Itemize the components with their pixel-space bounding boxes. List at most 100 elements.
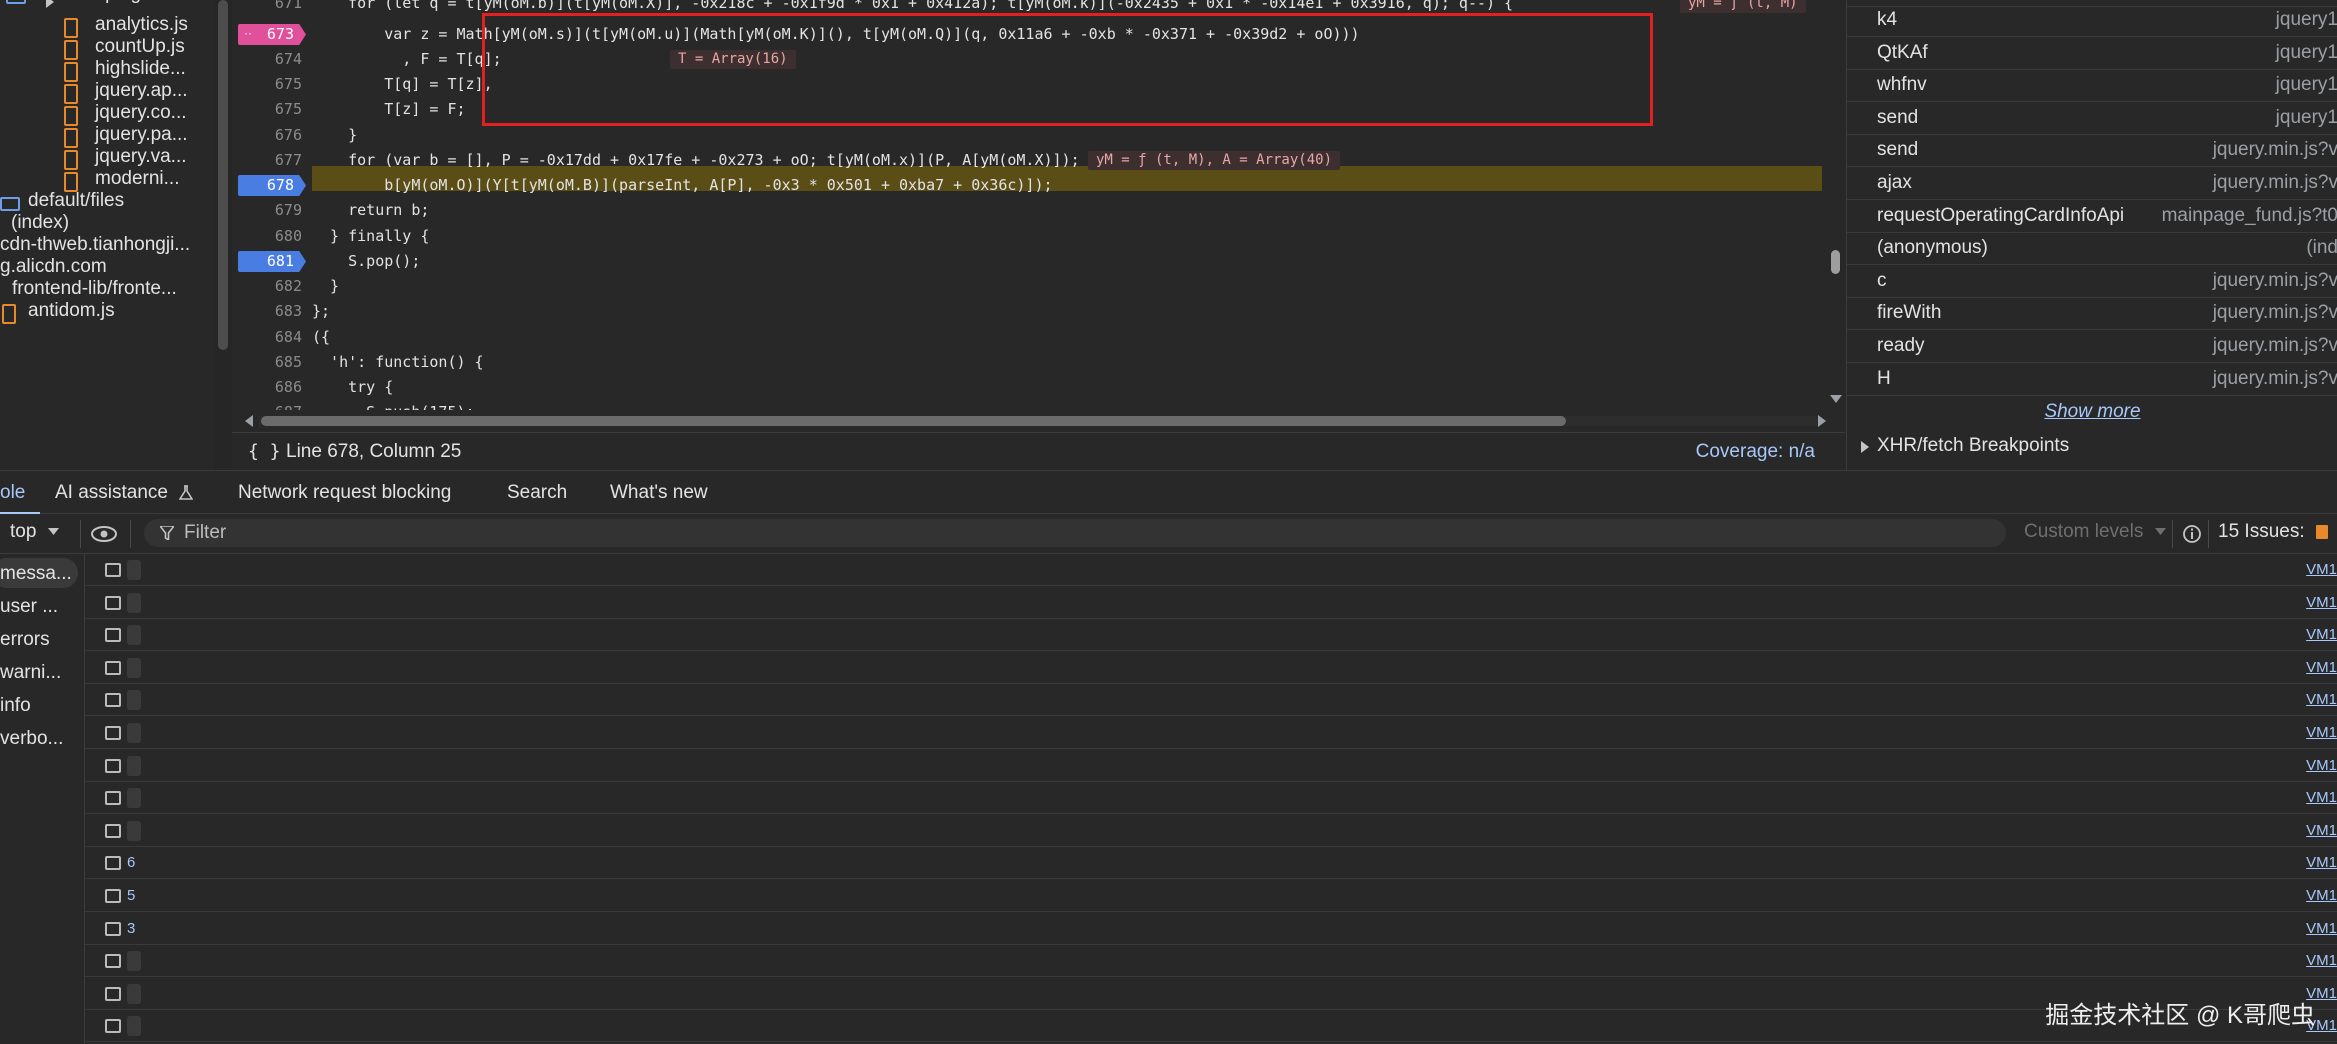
message-source-link[interactable]: VM1	[2306, 880, 2337, 912]
call-stack-frame[interactable]: QtKAf jquery1	[1847, 37, 2337, 70]
console-message-row[interactable]: VM1	[85, 587, 2337, 619]
scrollbar-thumb[interactable]	[261, 416, 1566, 426]
tab-search[interactable]: Search	[507, 471, 567, 515]
message-source-link[interactable]: VM1	[2306, 815, 2337, 847]
expand-message-icon[interactable]	[105, 823, 121, 838]
call-stack-frame[interactable]: fireWith jquery.min.js?v	[1847, 297, 2337, 331]
message-source-link[interactable]: VM1	[2306, 619, 2337, 651]
call-stack-frame[interactable]: k4 jquery1	[1847, 4, 2337, 37]
frame-source-location[interactable]: jquery.min.js?v	[2213, 134, 2337, 166]
tab-console[interactable]: ole	[0, 471, 25, 515]
console-message-row[interactable]: VM1	[85, 717, 2337, 749]
message-source-link[interactable]: VM1	[2306, 945, 2337, 977]
expand-message-icon[interactable]	[105, 758, 121, 773]
expand-message-icon[interactable]	[105, 726, 121, 740]
console-sidebar-item[interactable]: verbo...	[0, 723, 78, 755]
console-sidebar-item[interactable]: errors	[0, 624, 78, 656]
expand-message-icon[interactable]	[105, 693, 121, 708]
expand-arrow-icon[interactable]	[46, 0, 55, 8]
call-stack-frame[interactable]: Hjquery.min.js?v	[1847, 363, 2337, 396]
expand-message-icon[interactable]	[105, 856, 121, 871]
frame-source-location[interactable]: jquery1	[2276, 69, 2337, 101]
breakpoint-marker[interactable]: 678	[238, 175, 306, 196]
console-message-row[interactable]: VM1	[85, 652, 2337, 684]
call-stack-frame[interactable]: send jquery1	[1847, 102, 2337, 135]
call-stack-frame[interactable]: (anonymous) (ind	[1847, 232, 2337, 266]
expand-message-icon[interactable]	[105, 660, 121, 675]
code-line[interactable]: 687 S.push(175);	[232, 400, 1826, 410]
expand-message-icon[interactable]	[105, 563, 121, 577]
info-icon[interactable]	[2182, 524, 2202, 544]
frame-source-location[interactable]: jquery.min.js?v	[2213, 330, 2337, 362]
console-message-row[interactable]: 6 VM1	[85, 847, 2337, 880]
frame-source-location[interactable]: jquery1	[2276, 37, 2337, 69]
code-line[interactable]: 685 'h': function() {	[232, 350, 1826, 375]
conditional-breakpoint-marker[interactable]: 673 ··	[238, 24, 306, 45]
console-sidebar-item[interactable]: messa...	[0, 558, 78, 590]
console-message-row[interactable]: VM1	[85, 978, 2337, 1010]
console-message-row[interactable]: 3 VM1	[85, 913, 2337, 945]
console-sidebar-item[interactable]: info	[0, 690, 78, 722]
log-levels-dropdown[interactable]: Custom levels	[2024, 521, 2166, 543]
message-source-link[interactable]: VM1	[2306, 847, 2337, 879]
message-source-link[interactable]: VM1	[2306, 782, 2337, 814]
console-message-row[interactable]: 5 VM1	[85, 880, 2337, 912]
code-line[interactable]: 682 }	[232, 274, 1826, 299]
eye-icon[interactable]	[90, 525, 118, 543]
scrollbar-thumb[interactable]	[218, 0, 228, 350]
code-line[interactable]: 681 S.pop();	[232, 249, 1826, 274]
frame-source-location[interactable]: jquery1	[2276, 102, 2337, 134]
frame-source-location[interactable]: mainpage_fund.js?t0	[2162, 200, 2337, 232]
call-stack-frame[interactable]: send jquery.min.js?v	[1847, 134, 2337, 168]
frame-source-location[interactable]: jquery.min.js?v	[2213, 297, 2337, 329]
frame-source-location[interactable]: jquery.min.js?v	[2213, 167, 2337, 199]
file-tree-item[interactable]: antidom.js	[28, 295, 115, 327]
file-tree-scrollbar[interactable]	[214, 0, 232, 470]
message-source-link[interactable]: VM1	[2306, 913, 2337, 945]
code-line[interactable]: 680 } finally {	[232, 224, 1826, 249]
expand-message-icon[interactable]	[105, 628, 121, 643]
coverage-label[interactable]: Coverage: n/a	[1696, 441, 1815, 463]
xhr-breakpoints-section[interactable]: XHR/fetch Breakpoints	[1847, 430, 2337, 464]
frame-source-location[interactable]: jquery.min.js?v	[2213, 265, 2337, 297]
call-stack-frame[interactable]: requestOperatingCardInfoApi mainpage_fund…	[1847, 200, 2337, 233]
message-source-link[interactable]: VM1	[2306, 750, 2337, 782]
message-source-link[interactable]: VM1	[2306, 652, 2337, 684]
tab-whats-new[interactable]: What's new	[610, 471, 708, 515]
code-line[interactable]: 676 }	[232, 123, 1826, 148]
scroll-down-icon[interactable]	[1830, 395, 1842, 404]
issues-counter[interactable]: 15 Issues:	[2218, 521, 2328, 543]
code-line[interactable]: 678 b[yM(oM.O)](Y[t[yM(oM.B)](parseInt, …	[232, 173, 1826, 198]
console-message-row[interactable]: VM1	[85, 554, 2337, 586]
expand-message-icon[interactable]	[105, 954, 121, 969]
console-message-row[interactable]: VM1	[85, 750, 2337, 782]
console-message-row[interactable]: VM1	[85, 782, 2337, 815]
message-source-link[interactable]: VM1	[2306, 587, 2337, 619]
tab-ai-assistance[interactable]: AI assistance	[55, 471, 194, 515]
frame-source-location[interactable]: (ind	[2306, 232, 2337, 264]
message-source-link[interactable]: VM1	[2306, 554, 2337, 586]
code-line[interactable]: 679 return b;	[232, 198, 1826, 223]
expand-message-icon[interactable]	[105, 921, 121, 936]
code-line[interactable]: 684 ({	[232, 325, 1826, 350]
expand-arrow-icon[interactable]	[1861, 441, 1870, 453]
console-message-row[interactable]: VM1	[85, 1010, 2337, 1043]
expand-message-icon[interactable]	[105, 595, 121, 610]
frame-source-location[interactable]: jquery1	[2276, 4, 2337, 36]
message-source-link[interactable]: VM1	[2306, 717, 2337, 749]
console-message-row[interactable]: VM1	[85, 945, 2337, 978]
call-stack-frame[interactable]: c jquery.min.js?v	[1847, 265, 2337, 298]
scroll-left-icon[interactable]	[245, 415, 255, 427]
expand-message-icon[interactable]	[105, 889, 121, 903]
code-line[interactable]: 683};	[232, 299, 1826, 324]
frame-source-location[interactable]: jquery.min.js?v	[2213, 363, 2337, 395]
call-stack-frame[interactable]: whfnv jquery1	[1847, 69, 2337, 103]
console-message-row[interactable]: VM1	[85, 684, 2337, 717]
code-vertical-scrollbar[interactable]	[1826, 0, 1845, 432]
call-stack-frame[interactable]: ready jquery.min.js?v	[1847, 330, 2337, 363]
console-message-row[interactable]: VM1	[85, 815, 2337, 847]
call-stack-frame[interactable]: ajax jquery.min.js?v	[1847, 167, 2337, 200]
expand-message-icon[interactable]	[105, 1019, 121, 1034]
pretty-print-icon[interactable]: { }	[248, 441, 281, 462]
code-line[interactable]: 677 for (var b = [], P = -0x17dd + 0x17f…	[232, 148, 1826, 173]
